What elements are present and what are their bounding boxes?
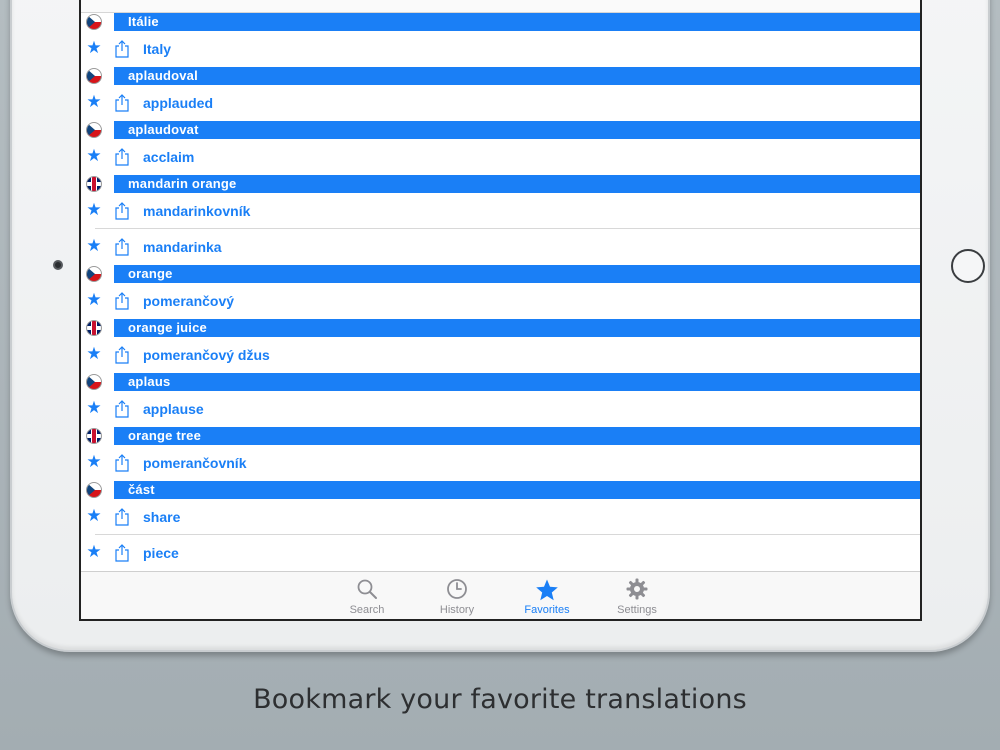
favorite-star-icon[interactable]: ★ — [86, 543, 102, 560]
search-icon — [322, 578, 412, 602]
favorite-star-icon[interactable]: ★ — [86, 39, 102, 56]
tab-favorites[interactable]: Favorites — [502, 572, 592, 619]
czech-flag-icon — [86, 14, 102, 30]
translation-label: mandarinkovník — [143, 203, 251, 219]
share-icon[interactable] — [114, 40, 130, 58]
czech-flag-icon — [86, 482, 102, 498]
uk-flag-icon — [86, 176, 102, 192]
share-icon[interactable] — [114, 238, 130, 256]
section-header: Itálie — [81, 13, 920, 31]
list-item[interactable]: ★ share — [81, 499, 920, 535]
section-header: aplaudovat — [81, 121, 920, 139]
share-icon[interactable] — [114, 544, 130, 562]
tab-search-label: Search — [349, 604, 385, 616]
section-header: orange tree — [81, 427, 920, 445]
section-header-label: aplaudovat — [114, 121, 920, 139]
share-icon[interactable] — [114, 148, 130, 166]
section-header: orange — [81, 265, 920, 283]
list-item[interactable]: ★ applauded — [81, 85, 920, 121]
translation-label: applause — [143, 401, 204, 417]
favorite-star-icon[interactable]: ★ — [86, 237, 102, 254]
gear-icon — [592, 578, 682, 602]
czech-flag-icon — [86, 68, 102, 84]
section-header-label: orange — [114, 265, 920, 283]
czech-flag-icon — [86, 374, 102, 390]
tab-history-label: History — [439, 604, 475, 616]
list-item[interactable]: ★ applause — [81, 391, 920, 427]
tab-bar: Search History Favorites Settings — [81, 571, 920, 619]
list-item[interactable]: ★ pomerančovník — [81, 445, 920, 481]
czech-flag-icon — [86, 122, 102, 138]
translation-label: piece — [143, 545, 179, 561]
section-header: aplaus — [81, 373, 920, 391]
status-bar — [81, 0, 920, 13]
uk-flag-icon — [86, 428, 102, 444]
share-icon[interactable] — [114, 454, 130, 472]
marketing-caption: Bookmark your favorite translations — [253, 684, 747, 715]
section-header-label: Itálie — [114, 13, 920, 31]
favorite-star-icon[interactable]: ★ — [86, 399, 102, 416]
app-screen: Itálie ★ Italy aplaudoval ★ applauded aplaudov… — [79, 0, 922, 621]
list-item[interactable]: ★ mandarinkovník — [81, 193, 920, 229]
tab-favorites-label: Favorites — [524, 604, 570, 616]
section-header-label: aplaus — [114, 373, 920, 391]
section-header: mandarin orange — [81, 175, 920, 193]
favorite-star-icon[interactable]: ★ — [86, 147, 102, 164]
list-item[interactable]: ★ pomerančový — [81, 283, 920, 319]
tab-settings-label: Settings — [617, 604, 657, 616]
list-item[interactable]: ★ acclaim — [81, 139, 920, 175]
section-header-label: mandarin orange — [114, 175, 920, 193]
translation-label: acclaim — [143, 149, 195, 165]
section-header-label: aplaudoval — [114, 67, 920, 85]
translation-label: mandarinka — [143, 239, 222, 255]
translation-label: applauded — [143, 95, 214, 111]
star-icon — [502, 578, 592, 602]
share-icon[interactable] — [114, 400, 130, 418]
tab-settings[interactable]: Settings — [592, 572, 682, 619]
favorite-star-icon[interactable]: ★ — [86, 453, 102, 470]
section-header-label: orange juice — [114, 319, 920, 337]
favorite-star-icon[interactable]: ★ — [86, 345, 102, 362]
share-icon[interactable] — [114, 94, 130, 112]
clock-icon — [412, 578, 502, 602]
favorite-star-icon[interactable]: ★ — [86, 291, 102, 308]
translation-label: pomerančovník — [143, 455, 247, 471]
favorite-star-icon[interactable]: ★ — [86, 201, 102, 218]
share-icon[interactable] — [114, 292, 130, 310]
front-camera — [53, 260, 63, 270]
section-header-label: část — [114, 481, 920, 499]
list-item[interactable]: ★ pomerančový džus — [81, 337, 920, 373]
section-header: část — [81, 481, 920, 499]
translation-label: share — [143, 509, 181, 525]
share-icon[interactable] — [114, 202, 130, 220]
section-header: aplaudoval — [81, 67, 920, 85]
favorite-star-icon[interactable]: ★ — [86, 93, 102, 110]
favorites-list: Itálie ★ Italy aplaudoval ★ applauded aplaudov… — [81, 13, 920, 571]
translation-label: pomerančový džus — [143, 347, 270, 363]
favorite-star-icon[interactable]: ★ — [86, 507, 102, 524]
list-item[interactable]: ★ mandarinka — [81, 229, 920, 265]
home-button[interactable] — [951, 249, 985, 283]
list-item[interactable]: ★ Italy — [81, 31, 920, 67]
translation-label: Italy — [143, 41, 172, 57]
tab-history[interactable]: History — [412, 572, 502, 619]
uk-flag-icon — [86, 320, 102, 336]
section-header: orange juice — [81, 319, 920, 337]
list-item[interactable]: ★ piece — [81, 535, 920, 571]
section-header-label: orange tree — [114, 427, 920, 445]
czech-flag-icon — [86, 266, 102, 282]
share-icon[interactable] — [114, 346, 130, 364]
tab-search[interactable]: Search — [322, 572, 412, 619]
translation-label: pomerančový — [143, 293, 235, 309]
share-icon[interactable] — [114, 508, 130, 526]
